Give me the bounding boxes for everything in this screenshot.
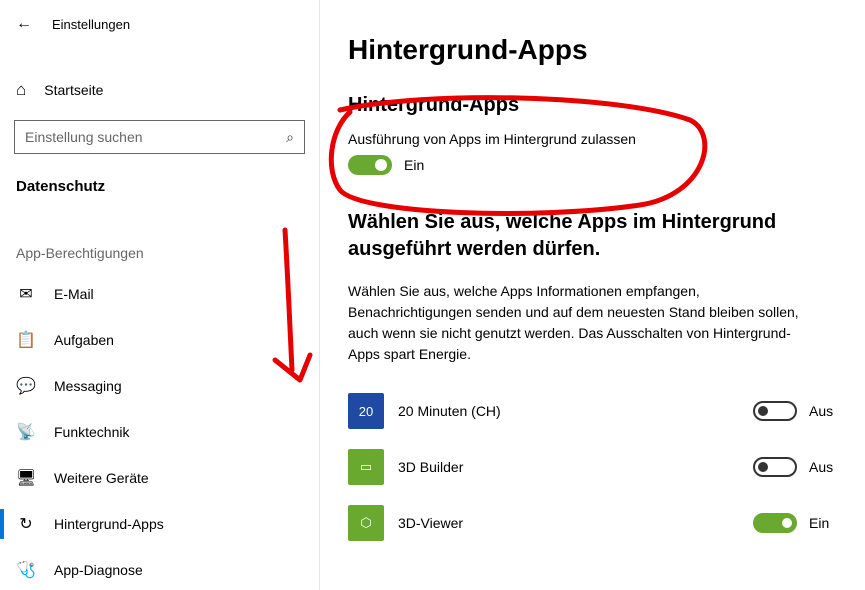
app-toggle-wrap: Ein [753,513,839,533]
nav-icon: 🩺 [16,560,36,580]
app-toggle[interactable] [753,457,797,477]
page-title: Hintergrund-Apps [348,34,839,66]
app-toggle-wrap: Aus [753,457,839,477]
app-icon: ⬡ [348,505,384,541]
nav-icon: 🖥 [16,468,36,488]
sidebar-item-aufgaben[interactable]: 📋 Aufgaben [0,317,319,363]
nav-label: E-Mail [54,286,94,302]
sidebar-item-funktechnik[interactable]: 📡 Funktechnik [0,409,319,455]
nav-label: Aufgaben [54,332,114,348]
sidebar-item-weitere-geräte[interactable]: 🖥 Weitere Geräte [0,455,319,501]
app-toggle-state: Aus [809,459,839,475]
back-button[interactable]: ← [16,15,32,33]
sidebar-item-app-diagnose[interactable]: 🩺 App-Diagnose [0,547,319,590]
sidebar-item-messaging[interactable]: 💬 Messaging [0,363,319,409]
home-icon: ⌂ [16,80,26,100]
app-row: ▭ 3D Builder Aus [348,439,839,495]
nav-label: Messaging [54,378,122,394]
master-toggle[interactable] [348,155,392,175]
nav-icon: 📋 [16,330,36,350]
master-toggle-state: Ein [404,157,424,173]
app-toggle-state: Aus [809,403,839,419]
section-heading: Hintergrund-Apps [348,94,839,117]
nav-label: Hintergrund-Apps [54,516,164,532]
allow-label: Ausführung von Apps im Hintergrund zulas… [348,131,839,147]
window-title: Einstellungen [52,17,130,32]
app-icon: 20 [348,393,384,429]
app-row: 20 20 Minuten (CH) Aus [348,383,839,439]
nav-icon: ✉ [16,284,36,304]
sidebar-item-hintergrund-apps[interactable]: ↻ Hintergrund-Apps [0,501,319,547]
sidebar-item-e-mail[interactable]: ✉ E-Mail [0,271,319,317]
sidebar: ← Einstellungen ⌂ Startseite Einstellung… [0,0,320,590]
sidebar-group-title: App-Berechtigungen [0,205,319,271]
search-input[interactable]: Einstellung suchen ⌕ [14,120,305,154]
app-toggle-wrap: Aus [753,401,839,421]
nav-label: Weitere Geräte [54,470,149,486]
nav-icon: 💬 [16,376,36,396]
nav-label: Funktechnik [54,424,129,440]
app-name: 3D-Viewer [398,515,739,531]
app-icon: ▭ [348,449,384,485]
search-placeholder: Einstellung suchen [25,129,143,145]
app-toggle[interactable] [753,401,797,421]
app-toggle-state: Ein [809,515,839,531]
home-label: Startseite [44,82,103,98]
app-name: 3D Builder [398,459,739,475]
nav-icon: 📡 [16,422,36,442]
sidebar-section-title: Datenschutz [0,170,319,205]
choose-desc: Wählen Sie aus, welche Apps Informatione… [348,281,808,365]
app-row: ⬡ 3D-Viewer Ein [348,495,839,551]
choose-title: Wählen Sie aus, welche Apps im Hintergru… [348,209,839,263]
nav-icon: ↻ [16,514,36,534]
nav-label: App-Diagnose [54,562,143,578]
home-link[interactable]: ⌂ Startseite [0,68,319,112]
main-content: Hintergrund-Apps Hintergrund-Apps Ausfüh… [320,0,865,590]
app-name: 20 Minuten (CH) [398,403,739,419]
search-icon: ⌕ [286,129,294,146]
app-toggle[interactable] [753,513,797,533]
